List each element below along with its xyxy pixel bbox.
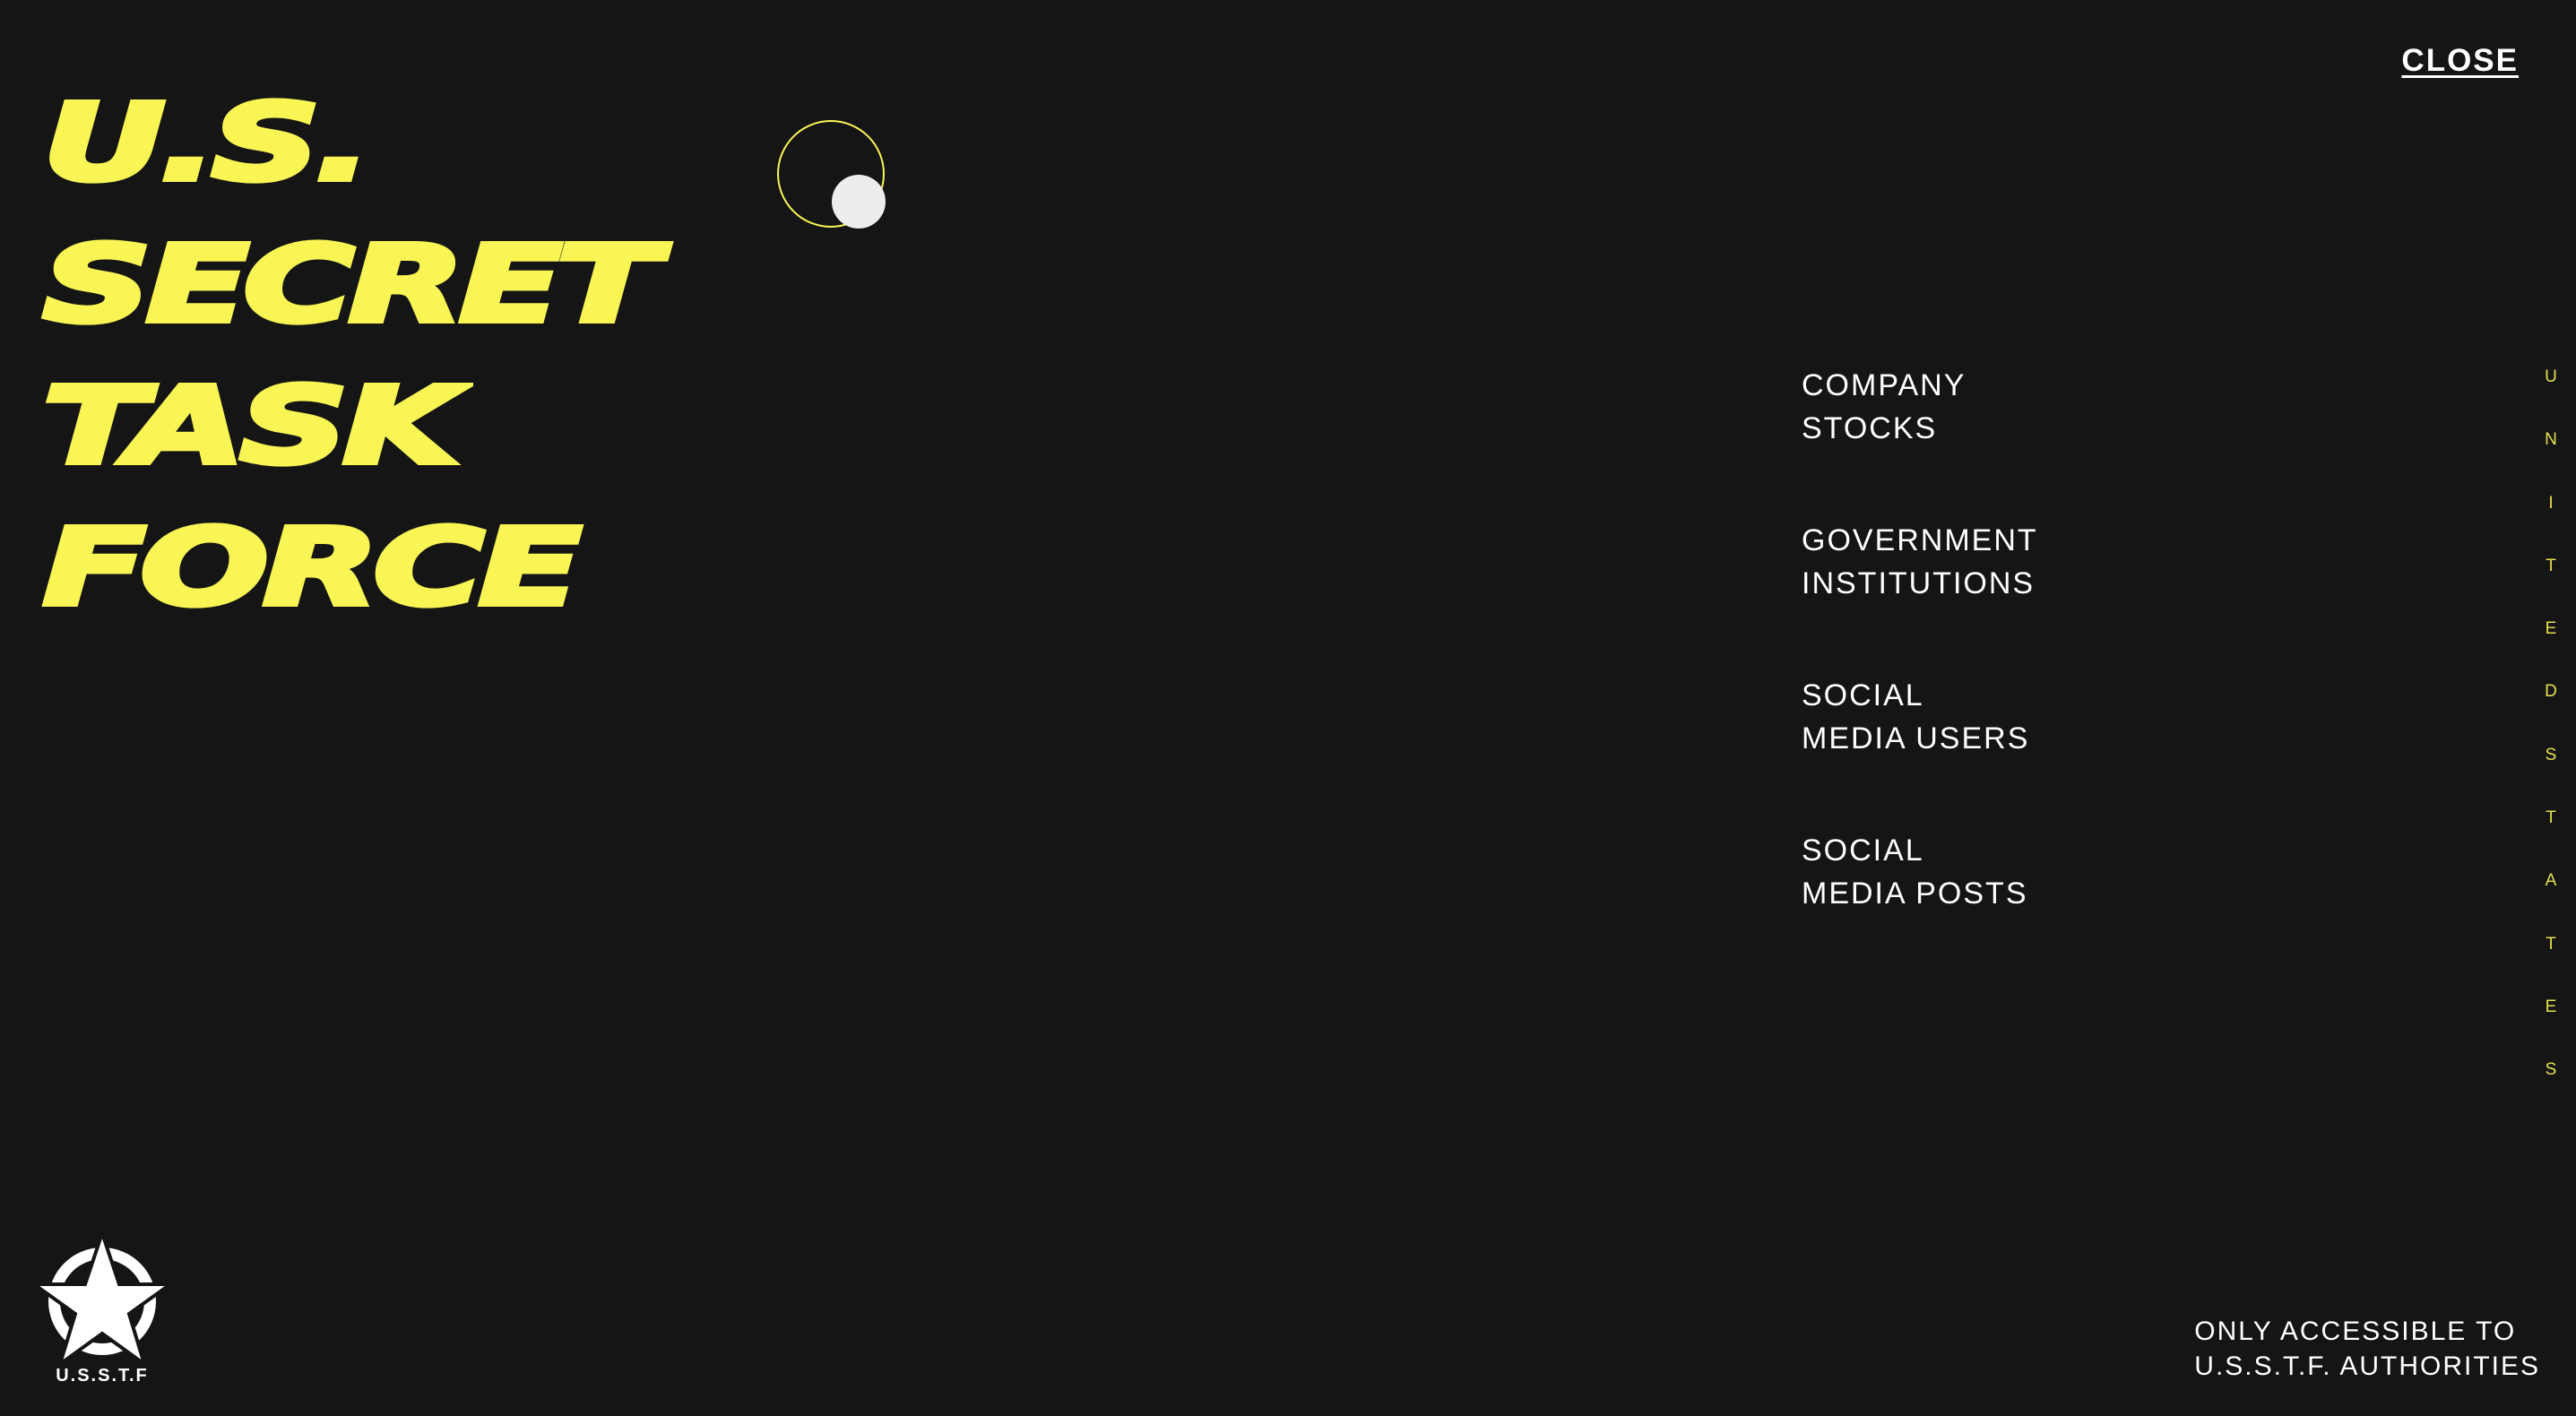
star-emblem-icon bbox=[34, 1230, 170, 1364]
menu-item-label-line1: COMPANY bbox=[1802, 368, 1967, 402]
side-letter: E bbox=[2545, 997, 2557, 1016]
main-menu: COMPANY STOCKS GOVERNMENT INSTITUTIONS S… bbox=[1802, 364, 2106, 984]
side-letter: E bbox=[2545, 619, 2557, 639]
menu-item-label-line1: SOCIAL bbox=[1802, 678, 1924, 712]
access-notice-line2: U.S.S.T.F. AUTHORITIES bbox=[2194, 1351, 2540, 1381]
menu-item-social-media-posts[interactable]: SOCIAL MEDIA POSTS bbox=[1802, 829, 2106, 915]
title-line-1: U.S. bbox=[39, 78, 376, 207]
logo[interactable]: U.S.S.T.F bbox=[34, 1230, 170, 1391]
side-letter: T bbox=[2546, 934, 2556, 954]
cursor-circle-graphic bbox=[776, 120, 889, 233]
side-letter: N bbox=[2545, 430, 2557, 450]
close-button[interactable]: CLOSE bbox=[2401, 43, 2519, 79]
access-notice: ONLY ACCESSIBLE TO U.S.S.T.F. AUTHORITIE… bbox=[2194, 1314, 2540, 1384]
menu-item-company-stocks[interactable]: COMPANY STOCKS bbox=[1802, 364, 2106, 450]
title-line-2: SECRET bbox=[39, 220, 663, 349]
page-title: U.S. SECRET TASK FORCE bbox=[39, 72, 663, 638]
side-letter: A bbox=[2545, 871, 2557, 891]
menu-item-label-line2: MEDIA POSTS bbox=[1802, 876, 2028, 911]
menu-item-label-line1: SOCIAL bbox=[1802, 833, 1924, 868]
side-letter: D bbox=[2545, 682, 2557, 702]
side-letter: T bbox=[2546, 556, 2556, 575]
access-notice-line1: ONLY ACCESSIBLE TO bbox=[2194, 1317, 2517, 1346]
menu-item-social-media-users[interactable]: SOCIAL MEDIA USERS bbox=[1802, 674, 2106, 760]
cursor-circle-icon bbox=[777, 120, 886, 229]
side-letter: S bbox=[2545, 745, 2557, 764]
title-line-4: FORCE bbox=[39, 503, 585, 632]
logo-label: U.S.S.T.F bbox=[56, 1366, 149, 1386]
menu-item-label-line2: STOCKS bbox=[1802, 411, 1938, 445]
side-letter: U bbox=[2545, 367, 2557, 386]
vertical-side-text: U N I T E D S T A T E S bbox=[2541, 346, 2561, 1102]
menu-item-label-line2: INSTITUTIONS bbox=[1802, 566, 2036, 600]
menu-item-label-line2: MEDIA USERS bbox=[1802, 721, 2030, 755]
menu-item-government-institutions[interactable]: GOVERNMENT INSTITUTIONS bbox=[1802, 519, 2106, 605]
menu-item-label-line1: GOVERNMENT bbox=[1802, 523, 2038, 557]
side-letter: I bbox=[2548, 493, 2554, 513]
title-line-3: TASK bbox=[39, 361, 463, 490]
side-letter: S bbox=[2545, 1060, 2557, 1080]
side-letter: T bbox=[2546, 808, 2556, 828]
